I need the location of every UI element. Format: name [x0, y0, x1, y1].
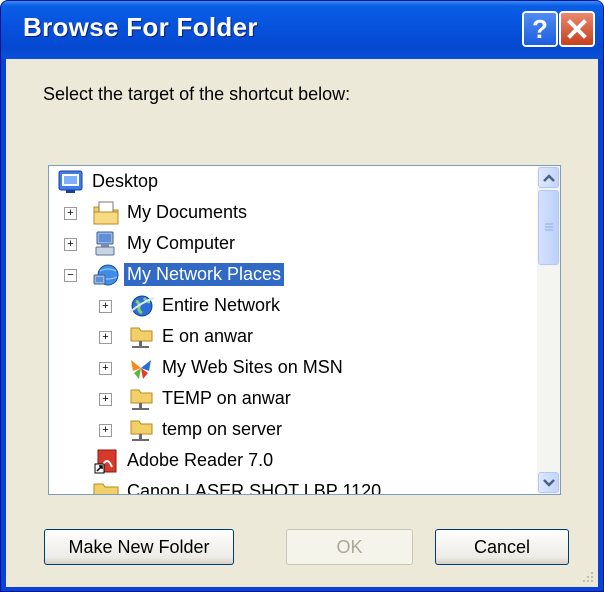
tree-item-label: My Network Places [124, 263, 285, 286]
tree-item-label: My Web Sites on MSN [162, 357, 343, 377]
msn-butterfly-icon [131, 360, 151, 379]
close-button[interactable] [559, 11, 595, 47]
scroll-up-button[interactable] [538, 167, 559, 188]
chevron-up-icon [542, 173, 555, 182]
adobe-reader-icon [94, 449, 117, 474]
expand-toggle[interactable]: + [64, 207, 77, 220]
dialog-title: Browse For Folder [23, 12, 258, 42]
network-share-icon [130, 327, 153, 348]
expand-toggle[interactable]: + [99, 300, 112, 313]
ok-button[interactable]: OK [286, 529, 413, 565]
network-places-icon [93, 264, 119, 286]
network-share-icon [130, 389, 153, 410]
tree-item-label: temp on server [162, 419, 283, 439]
help-button[interactable]: ? [522, 11, 558, 47]
scrollbar-thumb[interactable] [538, 190, 559, 265]
tree-item-label: Canon LASER SHOT LBP 1120 [127, 481, 382, 495]
scroll-down-button[interactable] [538, 472, 559, 493]
tree-item-adobe-reader[interactable]: Adobe Reader 7.0 [49, 446, 537, 476]
collapse-toggle[interactable]: − [64, 269, 77, 282]
dialog-body: Select the target of the shortcut below:… [6, 59, 598, 587]
tree-item-temp-on-server[interactable]: + temp on server [49, 415, 537, 445]
network-share-icon [130, 420, 153, 441]
tree-item-my-network-places[interactable]: − My Network Places [49, 260, 537, 290]
tree-item-label: Adobe Reader 7.0 [127, 450, 274, 470]
my-documents-icon [93, 201, 119, 225]
vertical-scrollbar[interactable] [537, 166, 560, 494]
title-bar[interactable]: Browse For Folder ? [1, 1, 603, 59]
globe-icon [129, 295, 155, 317]
expand-toggle[interactable]: + [99, 362, 112, 375]
tree-item-my-documents[interactable]: + My Documents [49, 198, 537, 228]
tree-item-entire-network[interactable]: + Entire Network [49, 291, 537, 321]
folder-icon [93, 483, 119, 494]
expand-toggle[interactable]: + [64, 238, 77, 251]
tree-item-my-web-sites-on-msn[interactable]: + My Web Sites on MSN [49, 353, 537, 383]
expand-toggle[interactable]: + [99, 393, 112, 406]
browse-for-folder-dialog: Browse For Folder ? Select the target of… [0, 0, 604, 592]
expand-toggle[interactable]: + [99, 424, 112, 437]
tree-item-my-computer[interactable]: + My Computer [49, 229, 537, 259]
expand-toggle[interactable]: + [99, 331, 112, 344]
tree-item-label: My Computer [127, 233, 236, 253]
tree-item-e-on-anwar[interactable]: + E on anwar [49, 322, 537, 352]
tree-item-label: Desktop [92, 171, 159, 191]
resize-grip-icon[interactable] [580, 569, 594, 583]
make-new-folder-button[interactable]: Make New Folder [44, 529, 234, 565]
tree-item-label: Entire Network [162, 295, 281, 315]
tree-item-temp-on-anwar[interactable]: + TEMP on anwar [49, 384, 537, 414]
tree-item-label: E on anwar [162, 326, 254, 346]
instruction-text: Select the target of the shortcut below: [43, 84, 351, 104]
desktop-icon [58, 170, 83, 193]
tree-item-label: TEMP on anwar [162, 388, 291, 408]
folder-tree[interactable]: Desktop + My Documents + My Computer − M… [48, 165, 561, 495]
cancel-button[interactable]: Cancel [435, 529, 569, 565]
tree-item-desktop[interactable]: Desktop [49, 167, 537, 197]
chevron-down-icon [542, 478, 555, 487]
close-icon [567, 19, 587, 39]
grip-lines-icon [544, 223, 553, 231]
tree-item-canon-printer[interactable]: Canon LASER SHOT LBP 1120 [49, 477, 537, 495]
tree-item-label: My Documents [127, 202, 248, 222]
my-computer-icon [95, 231, 115, 256]
